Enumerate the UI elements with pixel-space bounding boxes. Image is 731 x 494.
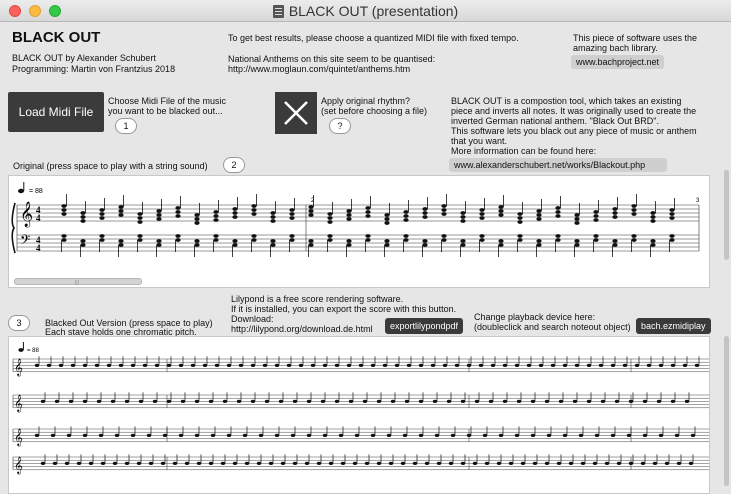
- original-score-svg: = 88 𝄞 𝄢 4 4 4 4 2 3: [11, 182, 700, 257]
- export-lilypond-button[interactable]: exportlilypondpdf: [385, 318, 464, 334]
- quarter-note-icon: [18, 342, 24, 352]
- about-link[interactable]: www.alexanderschubert.net/works/Blackout…: [449, 158, 667, 172]
- chord: [346, 199, 352, 257]
- lilypond-link[interactable]: http://lilypond.org/download.de.html: [231, 324, 373, 335]
- playback-device-button[interactable]: bach.ezmidiplay: [636, 318, 711, 334]
- chord: [403, 200, 409, 252]
- help-bubble-2[interactable]: 2: [223, 157, 245, 173]
- staff: 𝄞: [12, 394, 709, 412]
- bass-clef-icon: 𝄢: [20, 232, 30, 251]
- staff-notes: [40, 454, 694, 465]
- chord: [536, 199, 542, 257]
- chord: [441, 194, 447, 252]
- chord: [479, 198, 485, 252]
- quarter-note-icon: [18, 182, 25, 194]
- treble-clef-icon: 𝄞: [14, 456, 23, 474]
- svg-text:2: 2: [311, 198, 315, 204]
- chord: [213, 200, 219, 252]
- staff: 𝄞: [12, 358, 709, 376]
- apply-rhythm-toggle[interactable]: [275, 92, 317, 134]
- window-title: BLACK OUT (presentation): [0, 3, 731, 19]
- help-bubble-question[interactable]: ?: [329, 118, 351, 134]
- document-icon: [272, 5, 284, 18]
- chord: [99, 198, 105, 252]
- blacked-score-view[interactable]: = 88 𝄞 𝄞 𝄞 𝄞: [8, 336, 710, 494]
- chord: [175, 196, 181, 252]
- rhythm-desc-2: (set before choosing a file): [321, 106, 428, 116]
- chord: [118, 195, 124, 257]
- blacked-score-svg: = 88 𝄞 𝄞 𝄞 𝄞: [12, 342, 709, 474]
- chord: [137, 202, 143, 252]
- treble-clef-icon: 𝄞: [14, 428, 23, 446]
- treble-clef-icon: 𝄞: [14, 358, 23, 376]
- close-x-icon: [284, 101, 308, 125]
- original-label: Original (press space to play with a str…: [13, 161, 208, 171]
- original-horizontal-scrollbar[interactable]: |||: [14, 278, 142, 286]
- chord: [80, 201, 86, 257]
- svg-text:4: 4: [36, 213, 41, 223]
- chord: [460, 201, 466, 257]
- playback-line-2: (doubleclick and search noteout object): [474, 322, 631, 332]
- chord: [422, 197, 428, 257]
- title-bar: BLACK OUT (presentation): [0, 0, 731, 22]
- chord: [498, 195, 504, 257]
- chord: [365, 196, 371, 252]
- chord: [251, 194, 257, 252]
- chord: [384, 203, 390, 257]
- bach-link[interactable]: www.bachproject.net: [571, 55, 665, 69]
- blacked-tempo: = 88: [27, 348, 40, 354]
- chord: [61, 194, 67, 252]
- staff: 𝄞: [12, 456, 709, 474]
- load-midi-button[interactable]: Load Midi File: [8, 92, 104, 132]
- svg-text:4: 4: [36, 243, 41, 253]
- chord: [156, 199, 162, 257]
- original-score-view[interactable]: = 88 𝄞 𝄢 4 4 4 4 2 3: [8, 175, 710, 288]
- chord: [270, 201, 276, 257]
- about-line-6: More information can be found here:: [451, 146, 597, 156]
- bach-hint-2: amazing bach library.: [573, 43, 658, 53]
- staff: 𝄞: [12, 428, 709, 446]
- treble-clef-icon: 𝄞: [14, 394, 23, 412]
- chord: [194, 203, 200, 257]
- credit-line-2: Programming: Martin von Frantzius 2018: [12, 64, 176, 74]
- chord: [327, 202, 333, 252]
- chord: [612, 197, 618, 257]
- blacked-notes: [34, 356, 700, 465]
- chord: [232, 197, 238, 257]
- original-notes: [61, 194, 675, 257]
- help-bubble-1[interactable]: 1: [115, 118, 137, 134]
- blacked-staves: 𝄞 𝄞 𝄞 𝄞: [12, 358, 709, 474]
- original-vertical-scrollbar[interactable]: [724, 170, 729, 260]
- chord: [517, 202, 523, 252]
- blacked-vertical-scrollbar[interactable]: [724, 336, 729, 486]
- chord: [631, 194, 637, 252]
- help-bubble-3[interactable]: 3: [8, 315, 30, 331]
- svg-text:3: 3: [696, 198, 700, 204]
- chord: [574, 203, 580, 257]
- best-results-hint: To get best results, please choose a qua…: [228, 33, 519, 43]
- chord: [289, 198, 295, 252]
- treble-clef-icon: 𝄞: [20, 201, 33, 227]
- chord: [593, 200, 599, 252]
- credit-line-1: BLACK OUT by Alexander Schubert: [12, 53, 156, 63]
- original-tempo: = 88: [29, 188, 43, 195]
- load-desc-2: you want to be blacked out...: [108, 106, 223, 116]
- anthems-link[interactable]: http://www.moglaun.com/quintet/anthems.h…: [228, 64, 410, 75]
- chord: [308, 195, 314, 257]
- app-title: BLACK OUT: [12, 29, 101, 46]
- chord: [650, 201, 656, 257]
- chord: [669, 198, 675, 252]
- chord: [555, 196, 561, 252]
